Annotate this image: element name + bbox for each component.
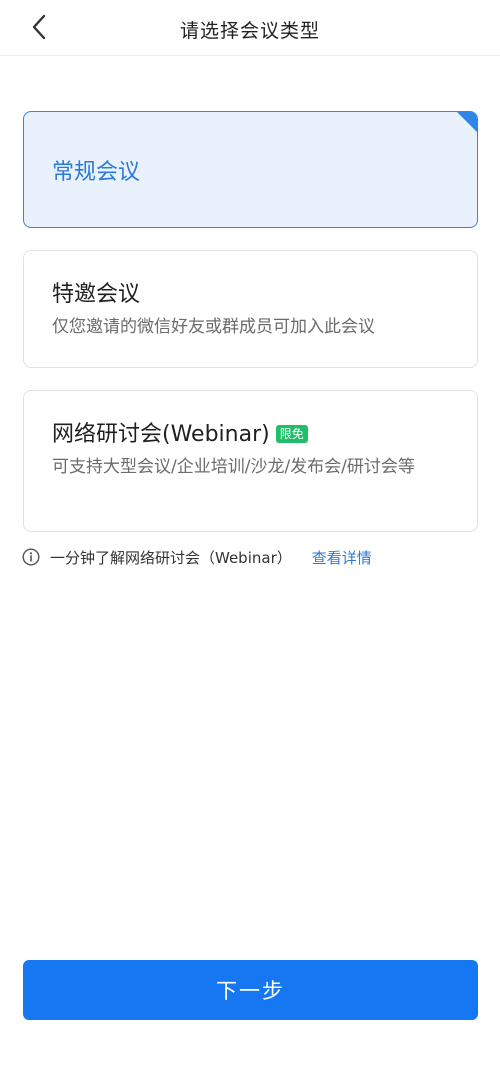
view-details-link[interactable]: 查看详情	[312, 547, 372, 568]
option-title: 网络研讨会(Webinar)	[52, 422, 270, 447]
option-title: 特邀会议	[52, 282, 141, 307]
option-regular-meeting[interactable]: 常规会议	[23, 111, 478, 228]
option-webinar[interactable]: 网络研讨会(Webinar) 限免 可支持大型会议/企业培训/沙龙/发布会/研讨会…	[23, 390, 478, 532]
option-description: 可支持大型会议/企业培训/沙龙/发布会/研讨会等	[52, 457, 415, 477]
free-badge: 限免	[275, 425, 308, 443]
next-step-button[interactable]: 下一步	[23, 960, 478, 1020]
page-title: 请选择会议类型	[179, 20, 320, 42]
top-bar: 请选择会议类型	[0, 0, 500, 56]
option-invited-meeting[interactable]: 特邀会议 仅您邀请的微信好友或群成员可加入此会议	[23, 250, 478, 368]
info-text: 一分钟了解网络研讨会（Webinar）	[50, 548, 292, 567]
option-description: 仅您邀请的微信好友或群成员可加入此会议	[52, 317, 375, 337]
selected-corner-mark	[456, 112, 477, 133]
option-title: 常规会议	[52, 160, 141, 185]
webinar-info-row: 一分钟了解网络研讨会（Webinar） 查看详情	[22, 546, 372, 568]
option-title-row: 网络研讨会(Webinar) 限免	[52, 416, 308, 448]
info-icon	[22, 548, 40, 566]
